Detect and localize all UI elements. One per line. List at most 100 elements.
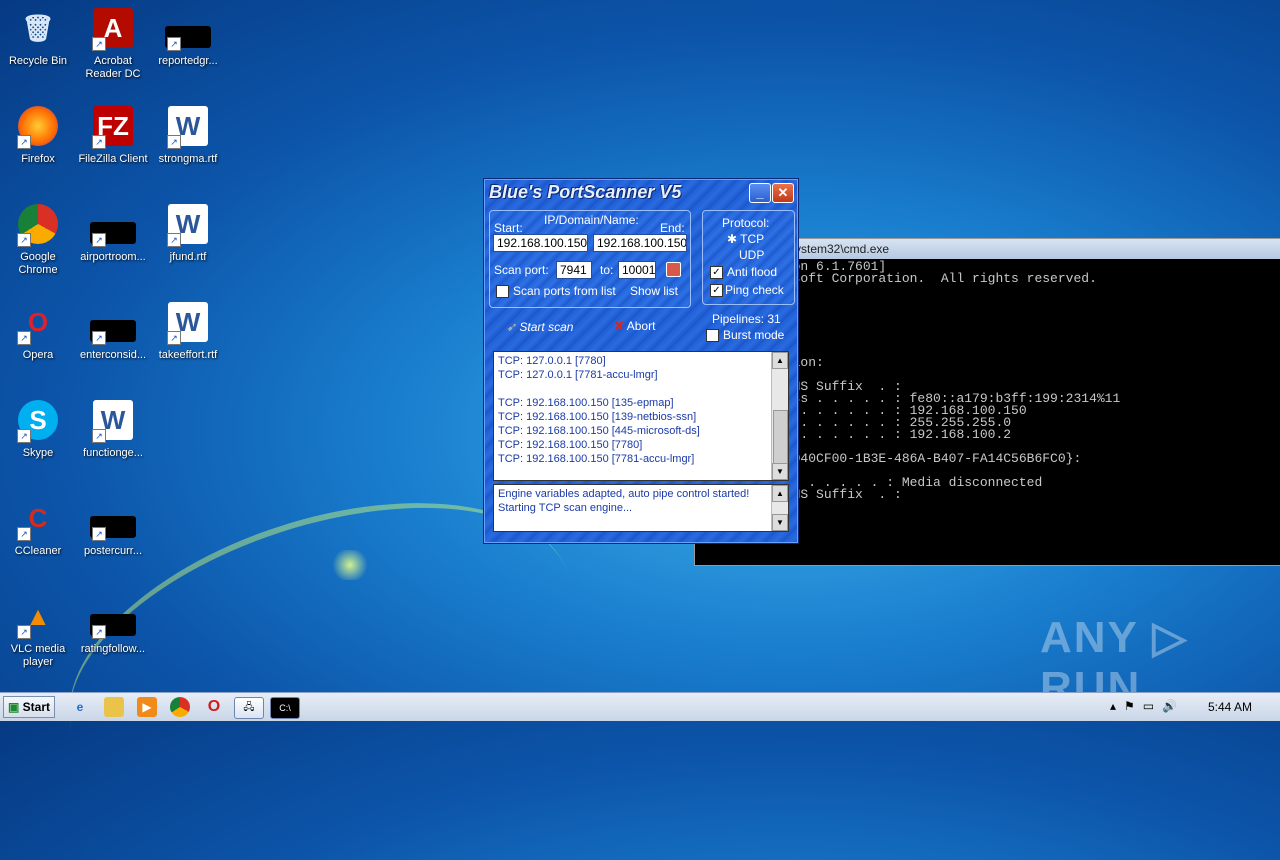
log-line[interactable]: Engine variables adapted, auto pipe cont… (494, 487, 788, 501)
log-scrollbar[interactable]: ▲ ▼ (771, 485, 788, 531)
desktop-icon[interactable]: ↗ enterconsid... (75, 299, 151, 362)
desktop-icon-label: Firefox (21, 153, 55, 165)
end-ip-input[interactable]: 192.168.100.150 (593, 234, 687, 252)
desktop-icon-label: CCleaner (14, 545, 62, 557)
minimize-button[interactable]: _ (749, 183, 771, 203)
word-doc-icon: W ↗ (165, 299, 211, 345)
clock[interactable]: 5:44 AM (1208, 700, 1252, 714)
desktop-icon[interactable]: ↗ ratingfollow... (75, 593, 151, 656)
burst-mode-checkbox[interactable] (706, 329, 719, 342)
port-to-input[interactable]: 10001 (618, 261, 656, 279)
protocol-panel: Protocol: ✱ TCP UDP ✓ Anti flood ✓ Ping … (702, 210, 795, 305)
abort-button[interactable]: ✘ Abort (614, 319, 655, 333)
scroll-down-arrow[interactable]: ▼ (772, 463, 788, 480)
cmd-taskbar-button[interactable]: C:\ (270, 697, 300, 719)
results-lines: TCP: 127.0.0.1 [7780] TCP: 127.0.0.1 [778… (494, 352, 788, 466)
opera-taskbar-icon[interactable]: O (204, 697, 224, 717)
desktop-icon[interactable]: ↗ reportedgr... (150, 5, 226, 68)
shortcut-arrow-icon: ↗ (167, 135, 181, 149)
start-label: Start (22, 700, 51, 714)
results-list[interactable]: TCP: 127.0.0.1 [7780] TCP: 127.0.0.1 [778… (493, 351, 789, 481)
ip-panel: IP/Domain/Name: Start: End: 192.168.100.… (489, 210, 691, 308)
desktop-icon[interactable]: ↗ Google Chrome (0, 201, 76, 277)
desktop-icon[interactable]: ▲ ↗ VLC media player (0, 593, 76, 669)
desktop-icon[interactable]: W ↗ jfund.rtf (150, 201, 226, 264)
desktop-icon[interactable]: ↗ airportroom... (75, 201, 151, 264)
result-line[interactable]: TCP: 192.168.100.150 [135-epmap] (494, 396, 788, 410)
desktop-icon-label: strongma.rtf (158, 153, 218, 165)
shortcut-arrow-icon: ↗ (167, 233, 181, 247)
desktop-icon[interactable]: FZ ↗ FileZilla Client (75, 103, 151, 166)
ping-check-checkbox[interactable]: ✓ (710, 284, 723, 297)
acrobat-icon: A ↗ (90, 5, 136, 51)
log-scroll-down-arrow[interactable]: ▼ (772, 514, 788, 531)
protocol-label: Protocol: (722, 216, 770, 230)
portscanner-titlebar[interactable]: Blue's PortScanner V5 _ ✕ (484, 179, 798, 205)
file-icon: ↗ (165, 5, 211, 51)
shortcut-arrow-icon: ↗ (17, 331, 31, 345)
desktop-icon[interactable]: A ↗ Acrobat Reader DC (75, 5, 151, 81)
result-line[interactable]: TCP: 192.168.100.150 [7781-accu-lmgr] (494, 452, 788, 466)
log-scroll-up-arrow[interactable]: ▲ (772, 485, 788, 502)
chrome-taskbar-icon[interactable] (170, 697, 190, 717)
log-list[interactable]: Engine variables adapted, auto pipe cont… (493, 484, 789, 532)
close-button[interactable]: ✕ (772, 183, 794, 203)
shortcut-arrow-icon: ↗ (92, 625, 106, 639)
start-scan-button[interactable]: ➶ Start scan (506, 320, 573, 334)
shortcut-arrow-icon: ↗ (92, 233, 106, 247)
desktop-icon[interactable]: W ↗ functionge... (75, 397, 151, 460)
to-label: to: (600, 263, 614, 277)
start-ip-input[interactable]: 192.168.100.150 (493, 234, 588, 252)
ping-check-label: Ping check (725, 283, 784, 297)
pipelines-label: Pipelines: 31 (712, 312, 781, 326)
skype-icon: S ↗ (15, 397, 61, 443)
portscanner-taskbar-button[interactable]: 🖧 (234, 697, 264, 719)
portscanner-window[interactable]: Blue's PortScanner V5 _ ✕ IP/Domain/Name… (483, 178, 799, 544)
desktop-icon[interactable]: 🗑 Recycle Bin (0, 5, 76, 68)
udp-label[interactable]: UDP (739, 248, 764, 262)
desktop-icon-label: reportedgr... (158, 55, 218, 67)
end-label: End: (660, 221, 685, 235)
desktop-icon[interactable]: O ↗ Opera (0, 299, 76, 362)
desktop-icon[interactable]: ↗ postercurr... (75, 495, 151, 558)
show-list-link[interactable]: Show list (630, 284, 678, 298)
scroll-thumb[interactable] (773, 410, 788, 464)
desktop-icon[interactable]: C ↗ CCleaner (0, 495, 76, 558)
result-line[interactable]: TCP: 127.0.0.1 [7780] (494, 354, 788, 368)
port-from-input[interactable]: 7941 (556, 261, 592, 279)
wallpaper-glow (330, 550, 370, 580)
desktop-icon[interactable]: W ↗ takeeffort.rtf (150, 299, 226, 362)
desktop-icon-label: takeeffort.rtf (158, 349, 218, 361)
desktop-icon[interactable]: ↗ Firefox (0, 103, 76, 166)
start-button[interactable]: ▣ Start (3, 696, 55, 718)
tcp-radio[interactable]: ✱ TCP (727, 232, 764, 246)
desktop-icon-label: Google Chrome (18, 251, 58, 276)
start-scan-icon: ➶ (506, 320, 517, 334)
taskbar: ▣ Start e ▶ O 🖧 C:\ ▴⚑▭🔊 5:44 AM (0, 692, 1280, 721)
desktop-icon-label: VLC media player (10, 643, 66, 668)
results-scrollbar[interactable]: ▲ ▼ (771, 352, 788, 480)
shortcut-arrow-icon: ↗ (17, 625, 31, 639)
result-line[interactable]: TCP: 192.168.100.150 [445-microsoft-ds] (494, 424, 788, 438)
explorer-icon[interactable] (104, 697, 124, 717)
system-tray-icons[interactable]: ▴⚑▭🔊 (1110, 699, 1185, 713)
shortcut-arrow-icon: ↗ (92, 37, 106, 51)
anti-flood-checkbox[interactable]: ✓ (710, 266, 723, 279)
result-line[interactable]: TCP: 127.0.0.1 [7781-accu-lmgr] (494, 368, 788, 382)
scan-from-list-checkbox[interactable] (496, 285, 509, 298)
port-options-button[interactable] (666, 262, 681, 277)
shortcut-arrow-icon: ↗ (167, 331, 181, 345)
log-line[interactable]: Starting TCP scan engine... (494, 501, 788, 515)
media-player-icon[interactable]: ▶ (137, 697, 157, 717)
ie-icon[interactable]: e (70, 697, 90, 717)
desktop-icon[interactable]: S ↗ Skype (0, 397, 76, 460)
scroll-up-arrow[interactable]: ▲ (772, 352, 788, 369)
result-line[interactable]: TCP: 192.168.100.150 [7780] (494, 438, 788, 452)
desktop-icon-label: Recycle Bin (8, 55, 68, 67)
result-line[interactable] (494, 382, 788, 396)
file-icon: ↗ (90, 201, 136, 247)
shortcut-arrow-icon: ↗ (92, 331, 106, 345)
result-line[interactable]: TCP: 192.168.100.150 [139-netbios-ssn] (494, 410, 788, 424)
desktop-icon[interactable]: W ↗ strongma.rtf (150, 103, 226, 166)
file-icon: ↗ (90, 593, 136, 639)
